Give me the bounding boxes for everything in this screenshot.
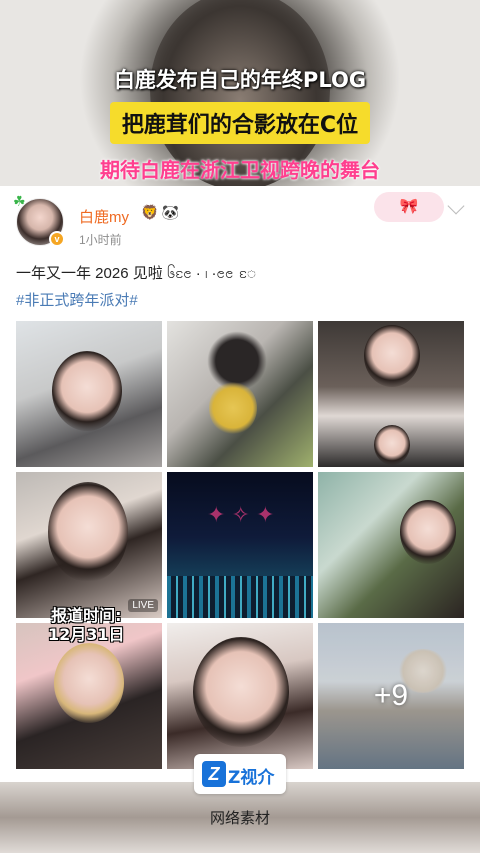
more-photos-overlay[interactable]: +9 bbox=[318, 623, 464, 769]
photo-grid: LIVE ✦ ✧ ✦ +9 bbox=[16, 321, 464, 770]
live-photo-badge: LIVE bbox=[128, 599, 158, 612]
post-text: 一年又一年 2026 见啦 ၆ၔႄ · ၊ ·ၔၔ ႄ bbox=[16, 265, 256, 282]
headline-text-1: 白鹿发布自己的年终PLOG bbox=[113, 68, 367, 92]
user-badges: 🦁 🐼 bbox=[141, 204, 182, 221]
photo-7[interactable] bbox=[16, 623, 162, 769]
avatar[interactable]: ☘ v bbox=[13, 193, 65, 247]
z-logo-icon: Z bbox=[202, 761, 226, 787]
clover-icon: ☘ bbox=[13, 193, 26, 209]
verified-badge-icon: v bbox=[49, 231, 65, 247]
crown-lion-icon: 🦁 bbox=[141, 204, 159, 220]
headline-line-3: 期待白鹿在浙江卫视跨晚的舞台 bbox=[0, 154, 480, 183]
photo-subject bbox=[400, 500, 456, 564]
plush-toy bbox=[209, 381, 257, 435]
headline-line-1: 白鹿发布自己的年终PLOG bbox=[0, 64, 480, 94]
photo-subject bbox=[364, 325, 420, 387]
logo-name: Z视介 bbox=[228, 768, 275, 788]
photo-subject bbox=[374, 425, 410, 465]
username[interactable]: 白鹿my bbox=[79, 206, 129, 227]
report-time-label: 报道时间: bbox=[51, 606, 122, 625]
photo-6[interactable] bbox=[318, 472, 464, 618]
drone-show-text: ✦ ✧ ✦ bbox=[207, 502, 275, 527]
post-time: 1小时前 bbox=[79, 233, 122, 247]
report-time-date: 12月31日 bbox=[48, 625, 125, 644]
post-hashtag[interactable]: #非正式跨年派对# bbox=[16, 289, 138, 310]
photo-2[interactable] bbox=[167, 321, 313, 467]
decoration-sticker: 🎀 bbox=[374, 192, 444, 222]
photo-subject bbox=[52, 351, 122, 431]
photo-subject bbox=[54, 643, 124, 723]
chevron-down-icon[interactable] bbox=[447, 197, 465, 215]
headline-text-3: 期待白鹿在浙江卫视跨晚的舞台 bbox=[100, 158, 380, 182]
photo-4[interactable]: LIVE bbox=[16, 472, 162, 618]
report-time-caption: 报道时间: 12月31日 bbox=[48, 606, 125, 644]
panda-icon: 🐼 bbox=[161, 204, 179, 220]
headline-text-2: 把鹿茸们的合影放在C位 bbox=[109, 102, 371, 144]
photo-subject bbox=[193, 637, 289, 747]
photo-subject bbox=[48, 482, 128, 582]
photo-1[interactable] bbox=[16, 321, 162, 467]
headline-line-2: 把鹿茸们的合影放在C位 bbox=[0, 102, 480, 144]
photo-8[interactable] bbox=[167, 623, 313, 769]
concert-crowd bbox=[167, 576, 313, 618]
weibo-post-card: ☘ v 白鹿my 🦁 🐼 1小时前 🎀 一年又一年 2026 见啦 ၆ၔႄ · ၊… bbox=[0, 186, 480, 782]
photo-9[interactable]: +9 bbox=[318, 623, 464, 769]
z-video-logo: Z Z视介 bbox=[194, 754, 286, 794]
photo-5[interactable]: ✦ ✧ ✦ bbox=[167, 472, 313, 618]
photo-3[interactable] bbox=[318, 321, 464, 467]
source-caption: 网络素材 bbox=[209, 810, 270, 827]
